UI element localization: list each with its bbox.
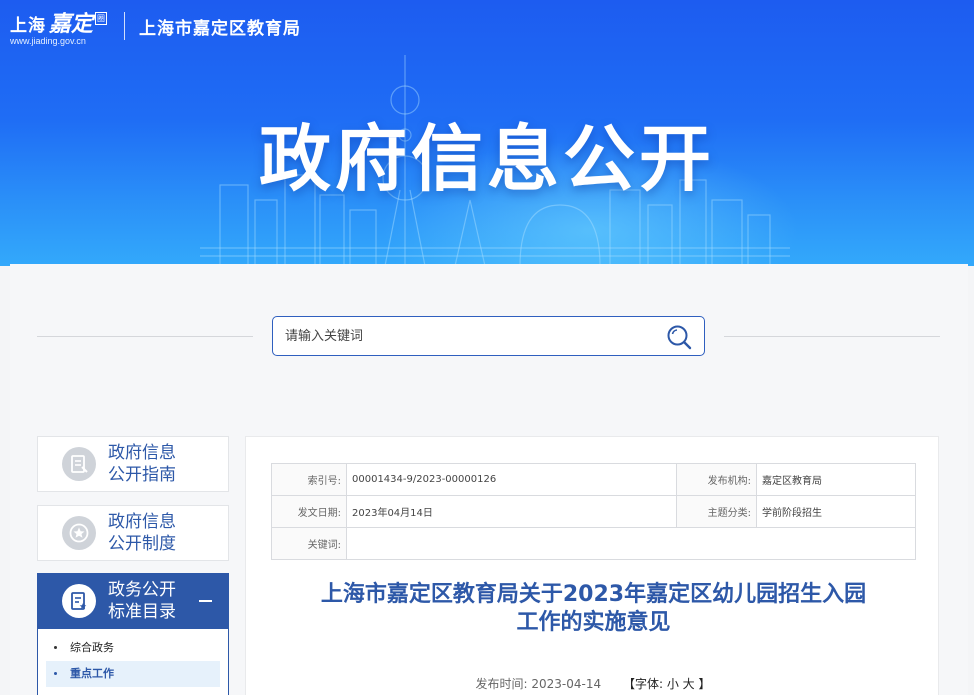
banner: 上海 嘉定 圈 www.jiading.gov.cn 上海市嘉定区教育局 政府信… bbox=[0, 0, 974, 266]
sidebar-item-label: 政府信息 bbox=[108, 512, 176, 532]
sidebar-item-label: 公开制度 bbox=[108, 534, 176, 554]
search-divider-left bbox=[37, 336, 253, 337]
font-size-label: 【字体: bbox=[622, 677, 663, 691]
document-title-line: 工作的实施意见 bbox=[516, 610, 671, 635]
logo-url: www.jiading.gov.cn bbox=[10, 36, 86, 46]
document-title: 上海市嘉定区教育局关于2023年嘉定区幼儿园招生入园 工作的实施意见 bbox=[271, 581, 916, 637]
publisher-label: 发布机构: bbox=[676, 463, 757, 496]
date-label: 发文日期: bbox=[271, 495, 347, 528]
font-size-control: 【字体: 小 大 】 bbox=[623, 677, 711, 691]
search-divider-right bbox=[724, 336, 940, 337]
table-row: 发文日期: 2023年04月14日 主题分类: 学前阶段招生 bbox=[271, 495, 916, 528]
document-title-line: 上海市嘉定区教育局关于2023年嘉定区幼儿园招生入园 bbox=[320, 582, 867, 607]
logo-badge: 圈 bbox=[95, 12, 108, 25]
publish-info: 发布时间: 2023-04-14 【字体: 小 大 】 bbox=[246, 675, 940, 692]
logo-jiading-calligraphy: 嘉定 bbox=[49, 11, 94, 37]
sidebar-submenu: 综合政务 重点工作 bbox=[37, 629, 229, 695]
keyword-label: 关键词: bbox=[271, 527, 347, 560]
index-label: 索引号: bbox=[271, 463, 347, 496]
bureau-name: 上海市嘉定区教育局 bbox=[139, 18, 301, 39]
star-badge-icon bbox=[62, 516, 96, 550]
submenu-item-key-work[interactable]: 重点工作 bbox=[46, 661, 220, 687]
article-content: 索引号: 00001434-9/2023-00000126 发布机构: 嘉定区教… bbox=[245, 436, 939, 695]
topic-label: 主题分类: bbox=[676, 495, 757, 528]
table-row: 索引号: 00001434-9/2023-00000126 发布机构: 嘉定区教… bbox=[271, 463, 916, 496]
sidebar-item-label: 标准目录 bbox=[108, 602, 176, 622]
search-icon[interactable] bbox=[666, 324, 692, 350]
font-size-close: 】 bbox=[698, 677, 711, 691]
table-row: 关键词: bbox=[271, 527, 916, 560]
sidebar-item-disclosure-system[interactable]: 政府信息 公开制度 bbox=[37, 505, 229, 561]
collapse-minus-icon[interactable] bbox=[199, 600, 212, 602]
logo-divider bbox=[124, 12, 125, 40]
font-small-button[interactable]: 小 bbox=[667, 677, 679, 691]
logo-shanghai-text: 上海 bbox=[10, 16, 46, 36]
search-box bbox=[272, 316, 705, 356]
keyword-value bbox=[346, 527, 916, 560]
index-value: 00001434-9/2023-00000126 bbox=[346, 463, 677, 496]
submenu-item-general-affairs[interactable]: 综合政务 bbox=[46, 635, 220, 661]
sidebar-item-standard-catalog[interactable]: 政务公开 标准目录 bbox=[37, 573, 229, 629]
sidebar-item-disclosure-guide[interactable]: 政府信息 公开指南 bbox=[37, 436, 229, 492]
date-value: 2023年04月14日 bbox=[346, 495, 677, 528]
sidebar-item-label: 政府信息 bbox=[108, 443, 176, 463]
guide-icon bbox=[62, 447, 96, 481]
topic-value: 学前阶段招生 bbox=[756, 495, 916, 528]
sidebar-item-label: 政务公开 bbox=[108, 580, 176, 600]
document-meta-table: 索引号: 00001434-9/2023-00000126 发布机构: 嘉定区教… bbox=[271, 463, 916, 560]
banner-title: 政府信息公开 bbox=[258, 117, 715, 201]
site-logo[interactable]: 上海 嘉定 圈 www.jiading.gov.cn 上海市嘉定区教育局 bbox=[10, 6, 301, 46]
sidebar-item-label: 公开指南 bbox=[108, 465, 176, 485]
publisher-value: 嘉定区教育局 bbox=[756, 463, 916, 496]
search-input[interactable] bbox=[285, 317, 645, 355]
logo-mark: 上海 嘉定 圈 www.jiading.gov.cn bbox=[10, 6, 110, 46]
publish-date: 2023-04-14 bbox=[531, 677, 602, 691]
catalog-icon bbox=[62, 584, 96, 618]
font-large-button[interactable]: 大 bbox=[683, 677, 695, 691]
publish-label: 发布时间: bbox=[475, 677, 528, 691]
